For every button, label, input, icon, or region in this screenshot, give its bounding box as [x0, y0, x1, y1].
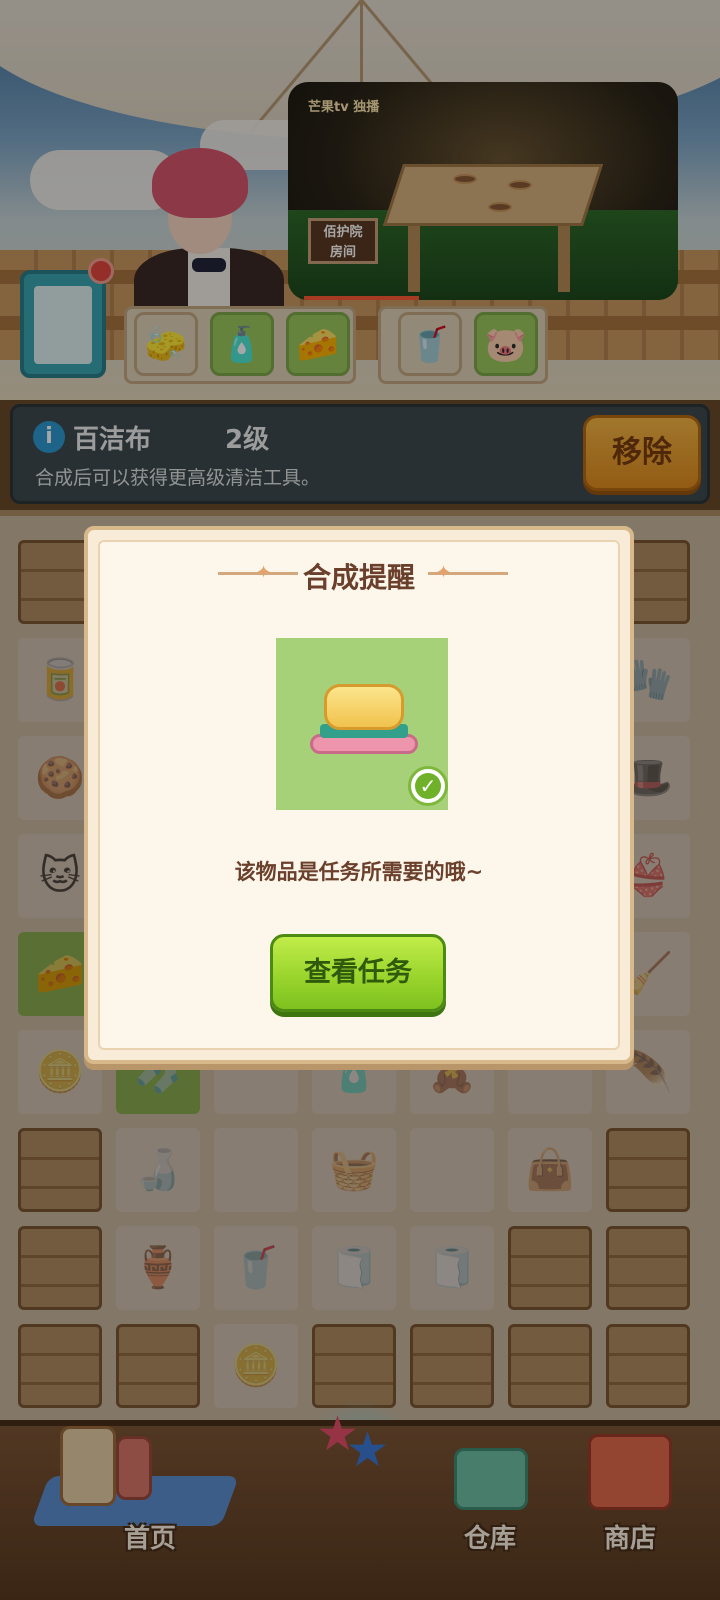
cheese-block-icon	[324, 684, 404, 730]
dialog-title: 合成提醒	[302, 561, 415, 594]
check-icon: ✓	[408, 766, 448, 806]
dialog-message: 该物品是任务所需要的哦~	[234, 860, 484, 884]
merge-reminder-dialog: ✦ ✦ 合成提醒 ✓ 该物品是任务所需要的哦~ 查看任务	[84, 526, 634, 1064]
view-task-button[interactable]: 查看任务	[270, 934, 446, 1012]
